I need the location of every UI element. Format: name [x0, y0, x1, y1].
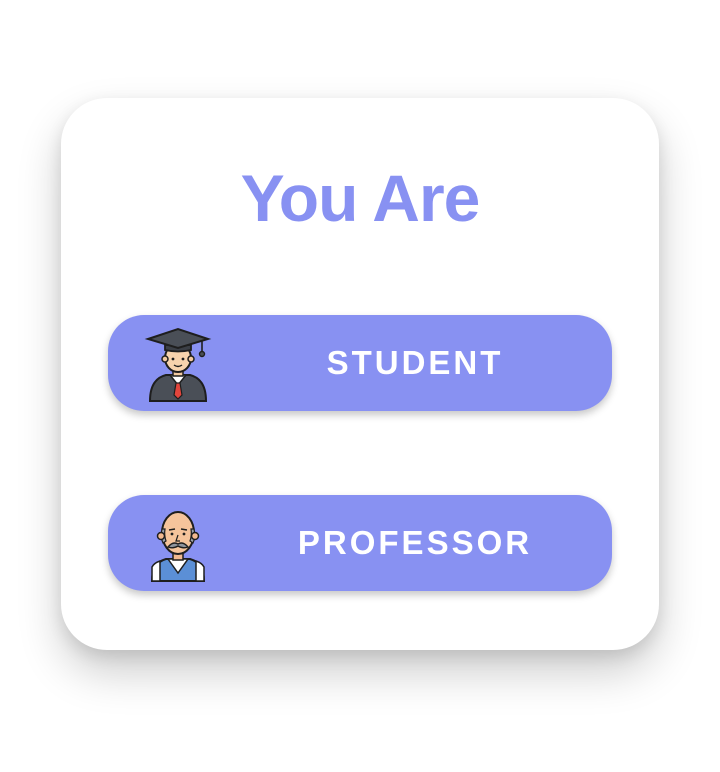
student-button-label: STUDENT [326, 344, 504, 381]
dialog-title: You Are [240, 161, 481, 235]
professor-button-label: PROFESSOR [297, 524, 533, 561]
student-button[interactable]: STUDENT [108, 315, 612, 411]
graduate-student-icon [144, 323, 212, 403]
role-selection-dialog: You Are STUDENT PROFESSOR [61, 98, 659, 650]
professor-icon [144, 503, 212, 583]
professor-button[interactable]: PROFESSOR [108, 495, 612, 591]
